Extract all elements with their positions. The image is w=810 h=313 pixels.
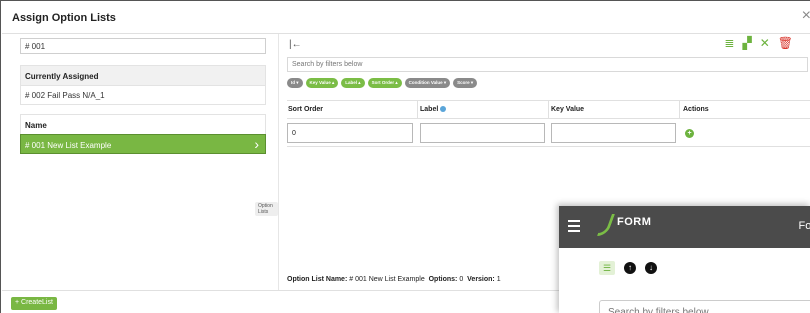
close-icon[interactable]: × [802,8,810,24]
dialog-header: Assign Option Lists × [2,2,810,34]
grid-header-row: Sort Order Label Key Value Actions [287,101,810,119]
currently-assigned-box: Currently Assigned # 002 Fail Pass N/A_1 [20,65,266,105]
left-panel: # 001 Currently Assigned # 002 Fail Pass… [2,34,279,290]
delete-icon[interactable]: 🗑 [778,37,793,49]
app-logo-mark [596,214,616,236]
add-option-icon[interactable]: + [685,129,694,138]
filter-chip-sort-order[interactable]: Sort Order ▴ [367,78,402,88]
dialog-title: Assign Option Lists [12,12,116,24]
hamburger-menu-icon[interactable] [568,220,580,235]
filter-chips: Id ▾ Key Value ▴ Label ▴ Sort Order ▴ Co… [287,78,478,88]
copy-list-icon[interactable]: ≣ [724,37,734,49]
option-list-name-value: # 001 New List Example [349,276,425,283]
option-list-summary: Option List Name: # 001 New List Example… [287,276,501,283]
column-header-actions: Actions [683,106,709,113]
toolbar: ≣ ▞ ✕ 🗑 [724,37,793,49]
filter-search-input[interactable]: Search by filters below [287,57,808,72]
sort-order-input[interactable]: 0 [287,123,413,143]
table-row: 0 + [287,119,810,147]
remove-icon[interactable]: ✕ [760,37,770,49]
chevron-right-icon[interactable]: › [254,136,259,152]
filter-chip-label[interactable]: Label ▴ [341,78,365,88]
column-header-key-value[interactable]: Key Value [549,101,680,118]
app-header-text: For [798,220,810,232]
list-search-input[interactable]: # 001 [20,38,266,54]
column-header-label-text: Label [420,106,439,113]
name-list-item-label: # 001 New List Example [25,141,112,150]
save-list-icon[interactable]: ▞ [742,37,751,49]
name-header: Name [25,121,47,130]
filter-chip-id[interactable]: Id ▾ [287,78,303,88]
filter-chip-key-value[interactable]: Key Value ▴ [305,78,339,88]
download-icon[interactable]: ↓ [645,262,657,274]
option-list-name-label: Option List Name: [287,276,348,283]
app-logo-text: FORM [617,216,652,228]
key-value-input[interactable] [551,123,676,143]
dialog-frame: Assign Option Lists × # 001 Currently As… [0,0,810,313]
filter-chip-score[interactable]: Score ▾ [453,78,478,88]
list-view-icon[interactable]: ☰ [599,261,615,275]
app-top-bar: FORM For [559,206,810,248]
version-label: Version: [467,276,495,283]
column-header-label[interactable]: Label [418,101,549,118]
currently-assigned-header: Currently Assigned [21,66,265,86]
upload-icon[interactable]: ↑ [624,262,636,274]
collapse-panel-icon[interactable]: |← [289,39,302,50]
version-value: 1 [496,276,501,283]
create-list-button[interactable]: + CreateList [11,297,57,310]
filter-chip-condition-value[interactable]: Condition Value ▾ [404,78,451,88]
options-count-label: Options: [428,276,458,283]
column-header-sort-order[interactable]: Sort Order [287,101,418,118]
info-icon[interactable] [440,106,447,113]
options-count-value: 0 [459,276,464,283]
app-search-input[interactable]: Search by filters below [599,300,810,313]
option-lists-tooltip: Option Lists [255,202,278,216]
assigned-list-item[interactable]: # 002 Fail Pass N/A_1 [21,86,265,104]
app-toolbar: ☰ ↑ ↓ [599,261,657,275]
options-grid: Sort Order Label Key Value Actions 0 + [287,100,810,147]
background-app-window: FORM For ☰ ↑ ↓ Search by filters below [559,206,810,313]
label-input[interactable] [420,123,545,143]
name-list-item-selected[interactable]: # 001 New List Example › [20,134,266,154]
name-list-box: Name # 001 New List Example › [20,114,266,154]
